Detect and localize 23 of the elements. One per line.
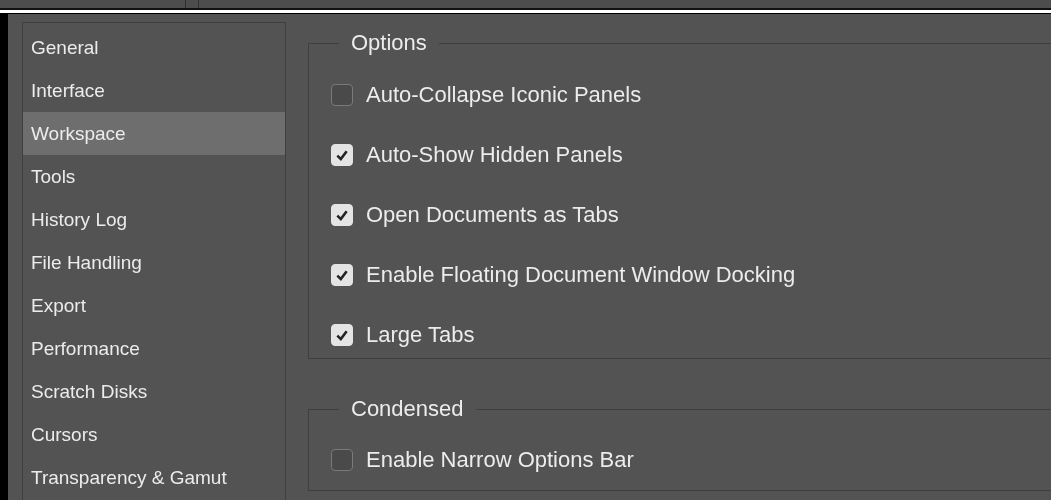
- category-item[interactable]: File Handling: [23, 241, 285, 284]
- checkmark-icon: [335, 208, 349, 222]
- category-item[interactable]: Cursors: [23, 413, 285, 456]
- option-label[interactable]: Open Documents as Tabs: [366, 202, 619, 228]
- category-item[interactable]: Tools: [23, 155, 285, 198]
- option-label[interactable]: Large Tabs: [366, 322, 475, 348]
- option-label[interactable]: Enable Narrow Options Bar: [366, 447, 634, 473]
- category-item[interactable]: Interface: [23, 69, 285, 112]
- checkmark-icon: [335, 148, 349, 162]
- checkbox[interactable]: [331, 449, 353, 471]
- category-item[interactable]: Transparency & Gamut: [23, 456, 285, 499]
- checkbox[interactable]: [331, 84, 353, 106]
- option-label[interactable]: Auto-Collapse Iconic Panels: [366, 82, 642, 108]
- category-item[interactable]: History Log: [23, 198, 285, 241]
- category-item[interactable]: Export: [23, 284, 285, 327]
- category-item[interactable]: Scratch Disks: [23, 370, 285, 413]
- category-item[interactable]: Performance: [23, 327, 285, 370]
- checkmark-icon: [335, 268, 349, 282]
- option-label[interactable]: Auto-Show Hidden Panels: [366, 142, 623, 168]
- category-item[interactable]: General: [23, 26, 285, 69]
- checkmark-icon: [335, 328, 349, 342]
- option-label[interactable]: Enable Floating Document Window Docking: [366, 262, 796, 288]
- category-item[interactable]: Workspace: [23, 112, 285, 155]
